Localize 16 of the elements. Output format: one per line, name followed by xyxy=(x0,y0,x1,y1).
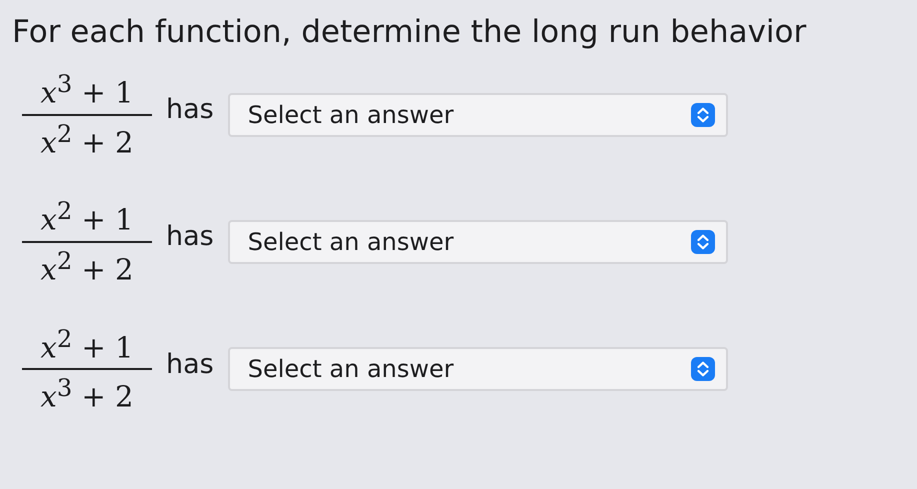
fraction-denominator: x$^{2}$ + 2 xyxy=(40,120,134,160)
answer-dropdown[interactable]: Select an answer xyxy=(228,220,728,264)
fraction-denominator: x$^{2}$ + 2 xyxy=(40,246,134,287)
chevron-updown-icon xyxy=(690,102,716,128)
fraction-numerator: x$^{2}$ + 1 xyxy=(40,324,134,364)
fraction-numerator: x$^{2}$ + 1 xyxy=(40,197,134,237)
connector-text: has xyxy=(166,221,214,252)
chevron-updown-icon xyxy=(690,356,716,382)
fraction-denominator: x$^{3}$ + 2 xyxy=(40,374,134,414)
fraction-numerator: x$^{3}$ + 1 xyxy=(40,70,134,110)
connector-text: has xyxy=(166,94,214,126)
answer-dropdown[interactable]: Select an answer xyxy=(228,347,728,392)
connector-text: has xyxy=(166,348,214,380)
instruction-heading: For each function, determine the long run behavior xyxy=(11,13,808,50)
answer-dropdown[interactable]: Select an answer xyxy=(228,92,728,137)
chevron-updown-icon xyxy=(690,228,716,255)
